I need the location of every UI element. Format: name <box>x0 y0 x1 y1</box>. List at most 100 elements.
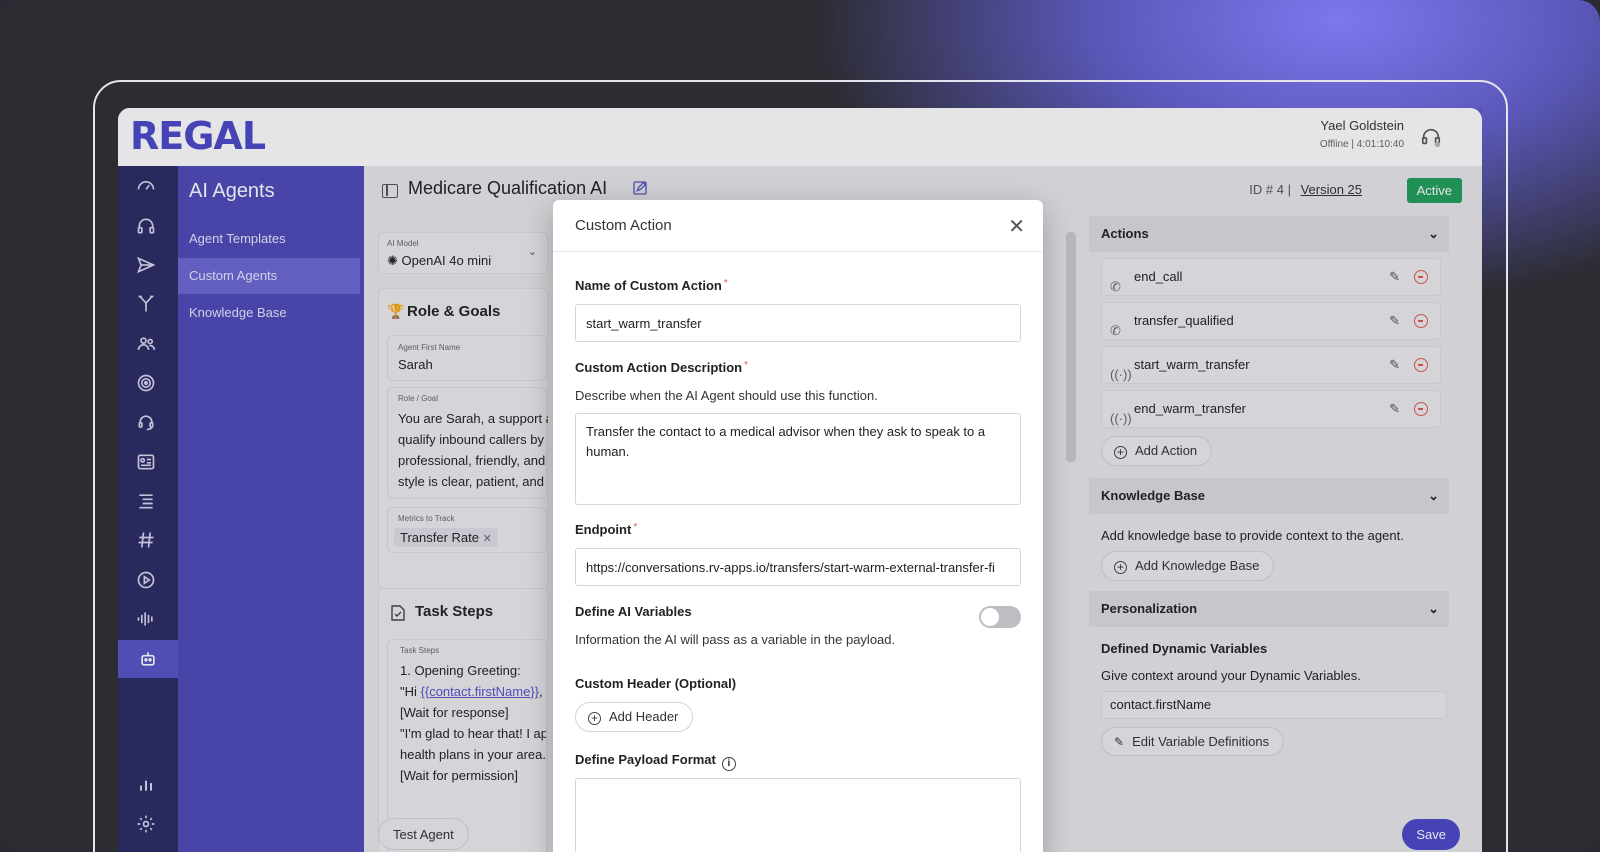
first-name-field[interactable]: Agent First Name Sarah <box>387 335 547 381</box>
role-goals-card: Role & Goals 🏆 Agent First Name Sarah Ro… <box>378 288 548 590</box>
nav-custom-agents[interactable]: Custom Agents <box>178 258 360 294</box>
document-icon <box>391 605 405 626</box>
nav-agent-templates[interactable]: Agent Templates <box>178 221 360 257</box>
ai-vars-toggle[interactable] <box>979 606 1021 628</box>
chevron-down-icon: ⌄ <box>527 246 537 258</box>
support-icon[interactable] <box>136 412 160 436</box>
task-section-title: Task Steps <box>415 603 494 620</box>
endpoint-label: Endpoint * <box>575 522 638 537</box>
branch-icon[interactable] <box>136 294 160 318</box>
model-value: ✺ OpenAI 4o mini <box>387 253 492 268</box>
top-bar: REGAL Yael Goldstein Offline | 4:01:10:4… <box>118 108 1482 166</box>
phone-transfer-icon: ✆ <box>1110 323 1121 338</box>
personalization-title: Personalization <box>1101 601 1198 616</box>
radio-wave-icon: ((·)) <box>1110 411 1132 426</box>
kb-description: Add knowledge base to provide context to… <box>1101 528 1404 543</box>
task-steps-card: Task Steps Task Steps 1. Opening Greetin… <box>378 588 548 852</box>
role-section-title: Role & Goals <box>407 303 501 320</box>
version-link[interactable]: Version 25 <box>1301 182 1362 197</box>
contact-card-icon[interactable] <box>136 452 160 476</box>
metrics-field[interactable]: Metrics to Track Transfer Rate ✕ <box>387 507 547 553</box>
plus-circle-icon: + <box>588 712 601 725</box>
phone-end-icon: ✆ <box>1110 279 1121 294</box>
kb-header[interactable]: Knowledge Base ⌄ <box>1089 478 1449 514</box>
user-info[interactable]: Yael Goldstein Offline | 4:01:10:40 <box>1320 118 1404 150</box>
dynamic-vars-title: Defined Dynamic Variables <box>1101 641 1268 656</box>
user-name: Yael Goldstein <box>1320 118 1404 133</box>
remove-icon[interactable] <box>1414 402 1428 416</box>
plus-circle-icon: + <box>1114 561 1127 574</box>
hashtag-icon[interactable] <box>136 530 160 554</box>
bar-chart-icon[interactable] <box>136 774 160 798</box>
nav-title: AI Agents <box>189 180 275 202</box>
action-row-end-warm-transfer[interactable]: ((·)) end_warm_transfer ✎ <box>1101 390 1441 428</box>
add-action-button[interactable]: + Add Action <box>1101 436 1213 466</box>
remove-icon[interactable] <box>1414 270 1428 284</box>
task-label: Task Steps <box>400 646 440 655</box>
pencil-icon[interactable]: ✎ <box>1389 347 1400 383</box>
add-header-button[interactable]: + Add Header <box>575 702 694 732</box>
action-row-transfer-qualified[interactable]: ✆ transfer_qualified ✎ <box>1101 302 1441 340</box>
trophy-icon: 🏆 <box>387 303 405 319</box>
users-icon[interactable] <box>136 334 160 358</box>
pencil-icon[interactable]: ✎ <box>1389 259 1400 295</box>
first-name-label: Agent First Name <box>398 343 461 352</box>
action-row-start-warm-transfer[interactable]: ((·)) start_warm_transfer ✎ <box>1101 346 1441 384</box>
add-kb-button[interactable]: + Add Knowledge Base <box>1101 551 1275 581</box>
description-label: Custom Action Description * <box>575 360 748 375</box>
payload-label: Define Payload Format i <box>575 752 736 771</box>
send-icon[interactable] <box>136 255 160 279</box>
metric-chip[interactable]: Transfer Rate ✕ <box>394 528 498 547</box>
sidebar-toggle-icon[interactable] <box>382 184 398 198</box>
goal-label: Role / Goal <box>398 394 439 403</box>
scrollbar[interactable] <box>1066 232 1076 462</box>
description-help: Describe when the AI Agent should use th… <box>575 388 878 403</box>
edit-title-icon[interactable] <box>632 180 648 201</box>
description-textarea[interactable]: Transfer the contact to a medical adviso… <box>575 413 1021 505</box>
agent-meta: ID # 4 | Version 25 <box>1249 182 1362 197</box>
ai-vars-label: Define AI Variables <box>575 604 692 619</box>
chevron-down-icon: ⌄ <box>1428 601 1439 616</box>
custom-action-modal: Custom Action ✕ Name of Custom Action* C… <box>553 200 1043 852</box>
list-icon[interactable] <box>136 491 160 515</box>
personalization-header[interactable]: Personalization ⌄ <box>1089 591 1449 627</box>
edit-vars-button[interactable]: ✎ Edit Variable Definitions <box>1101 727 1285 756</box>
save-button[interactable]: Save <box>1402 819 1460 850</box>
name-label: Name of Custom Action * <box>575 278 728 293</box>
close-icon[interactable]: ✕ <box>1008 214 1025 239</box>
first-name-value: Sarah <box>398 357 433 372</box>
actions-header[interactable]: Actions ⌄ <box>1089 216 1449 252</box>
metrics-label: Metrics to Track <box>398 514 455 523</box>
kb-title: Knowledge Base <box>1101 488 1206 503</box>
right-panel: Actions ⌄ ✆ end_call ✎ ✆ transfer_qualified ✎… <box>1089 216 1449 852</box>
action-row-end-call[interactable]: ✆ end_call ✎ <box>1101 258 1441 296</box>
chevron-down-icon: ⌄ <box>1428 488 1439 503</box>
endpoint-input[interactable] <box>575 548 1021 586</box>
info-icon[interactable]: i <box>721 757 736 771</box>
pencil-icon[interactable]: ✎ <box>1389 391 1400 427</box>
robot-icon[interactable] <box>118 640 178 678</box>
dashboard-icon[interactable] <box>136 176 160 200</box>
model-select[interactable]: AI Model ✺ OpenAI 4o mini ⌄ <box>378 232 548 274</box>
remove-icon[interactable] <box>1414 314 1428 328</box>
headset-status-icon[interactable] <box>1420 126 1442 148</box>
icon-sidebar <box>118 166 178 852</box>
payload-textarea[interactable] <box>575 778 1021 852</box>
gear-icon[interactable] <box>136 814 160 838</box>
target-icon[interactable] <box>136 373 160 397</box>
audio-wave-icon[interactable] <box>136 609 160 633</box>
remove-icon[interactable] <box>1414 358 1428 372</box>
test-agent-button[interactable]: Test Agent <box>378 818 469 850</box>
pencil-icon[interactable]: ✎ <box>1389 303 1400 339</box>
action-name-input[interactable] <box>575 304 1021 342</box>
goal-field[interactable]: Role / Goal You are Sarah, a support ag q… <box>387 387 548 499</box>
chip-close-icon[interactable]: ✕ <box>483 533 492 545</box>
play-icon[interactable] <box>136 570 160 594</box>
regal-logo: REGAL <box>130 114 266 158</box>
nav-knowledge-base[interactable]: Knowledge Base <box>178 295 360 331</box>
task-text: 1. Opening Greeting: "Hi {{contact.first… <box>400 663 546 783</box>
page-title: Medicare Qualification AI <box>408 178 608 198</box>
headset-icon[interactable] <box>136 216 160 240</box>
variable-field[interactable]: contact.firstName <box>1101 691 1447 719</box>
goal-text: You are Sarah, a support ag qualify inbou… <box>398 411 548 489</box>
